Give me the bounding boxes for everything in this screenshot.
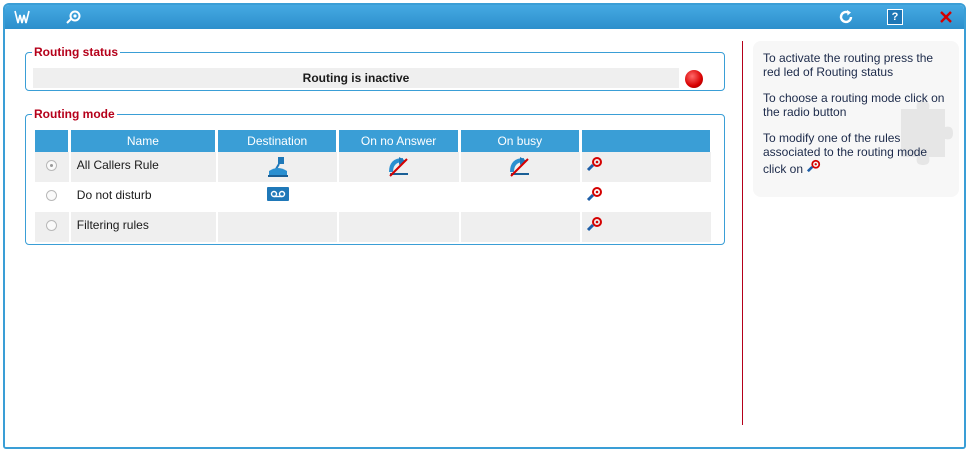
column-header-edit <box>581 130 711 152</box>
close-icon[interactable] <box>937 8 955 26</box>
routing-status-legend: Routing status <box>34 45 118 59</box>
content-area: Routing status Routing is inactive Routi… <box>5 29 964 447</box>
edit-rule-icon[interactable] <box>586 187 604 205</box>
forward-icon[interactable] <box>266 157 290 181</box>
column-header-name: Name <box>70 130 216 152</box>
help-panel: To activate the routing press the red le… <box>753 41 959 197</box>
routing-mode-radio-filtering-rules[interactable] <box>46 220 58 231</box>
routing-mode-group: Routing mode Name Destination On no Answ… <box>25 107 725 245</box>
routing-mode-legend: Routing mode <box>34 107 115 121</box>
help-text-modify: To modify one of the rules associated to… <box>763 131 951 176</box>
refresh-icon[interactable] <box>837 8 855 26</box>
table-row: Do not disturb <box>35 182 711 212</box>
column-header-select <box>35 130 69 152</box>
forward-disabled-icon[interactable] <box>387 157 411 181</box>
routing-window: ? Routing status Routing is inactive Rou… <box>3 3 966 449</box>
table-row: All Callers Rule <box>35 152 711 182</box>
edit-rule-icon[interactable] <box>586 217 604 235</box>
column-header-on-busy: On busy <box>460 130 580 152</box>
routing-mode-radio-all-callers[interactable] <box>46 160 58 171</box>
status-led-button[interactable] <box>685 70 703 88</box>
vertical-divider <box>742 41 743 425</box>
rule-name: Filtering rules <box>70 212 216 242</box>
help-text-choose: To choose a routing mode click on the ra… <box>763 91 945 119</box>
routing-status-group: Routing status Routing is inactive <box>25 45 725 91</box>
routing-status-text: Routing is inactive <box>33 68 679 88</box>
column-header-destination: Destination <box>217 130 338 152</box>
rule-name: Do not disturb <box>70 182 216 212</box>
table-row: Filtering rules <box>35 212 711 242</box>
app-logo-icon[interactable] <box>13 8 31 26</box>
column-header-on-no-answer: On no Answer <box>339 130 459 152</box>
voicemail-icon[interactable] <box>266 187 289 205</box>
help-text-activate: To activate the routing press the red le… <box>763 51 934 79</box>
edit-rule-icon <box>806 159 822 176</box>
help-text-modify-label: To modify one of the rules associated to… <box>763 131 928 176</box>
forward-disabled-icon[interactable] <box>508 157 532 181</box>
gear-icon[interactable] <box>65 8 83 26</box>
edit-rule-icon[interactable] <box>586 157 604 175</box>
rule-name: All Callers Rule <box>70 152 216 182</box>
routing-mode-table: Name Destination On no Answer On busy Al… <box>33 130 713 242</box>
help-icon[interactable]: ? <box>887 9 903 25</box>
title-bar: ? <box>5 5 964 29</box>
routing-mode-radio-do-not-disturb[interactable] <box>46 190 58 201</box>
